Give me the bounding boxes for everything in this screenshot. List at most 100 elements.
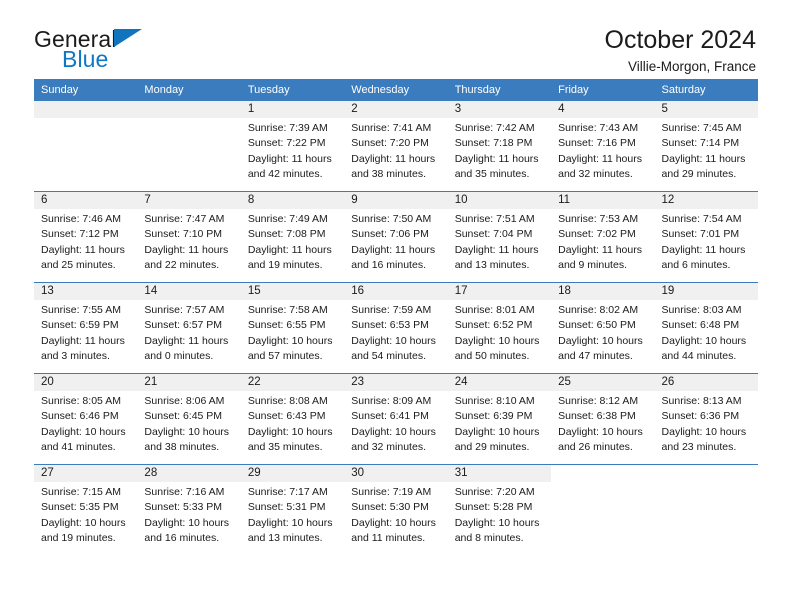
day-details: Sunrise: 7:20 AM Sunset: 5:28 PM Daylight:… <box>448 482 551 547</box>
day-details: Sunrise: 8:02 AM Sunset: 6:50 PM Daylight:… <box>551 300 654 365</box>
day-number: 10 <box>447 192 552 209</box>
day-detail-line: Daylight: 11 hours <box>351 152 436 165</box>
calendar-day-cell[interactable]: 10 Sunrise: 7:51 AM Sunset: 7:04 PM Dayligh… <box>447 191 552 283</box>
day-detail-line: Sunrise: 8:05 AM <box>41 395 121 407</box>
day-detail-line: and 38 minutes. <box>144 441 220 454</box>
day-detail-line: Sunrise: 8:13 AM <box>661 395 742 407</box>
calendar-day-cell[interactable]: 6 Sunrise: 7:46 AM Sunset: 7:12 PM Daylight… <box>34 191 138 283</box>
weekday-header-thursday: Thursday <box>447 79 552 101</box>
calendar-day-cell[interactable]: 9 Sunrise: 7:50 AM Sunset: 7:06 PM Daylight… <box>344 191 448 283</box>
day-detail-line: Sunrise: 7:16 AM <box>144 486 225 498</box>
calendar-day-cell[interactable]: 8 Sunrise: 7:49 AM Sunset: 7:08 PM Daylight… <box>240 191 345 283</box>
day-detail-line: Sunrise: 8:10 AM <box>454 395 535 407</box>
day-detail-line: Sunrise: 8:01 AM <box>454 304 535 316</box>
day-number: 29 <box>240 465 345 482</box>
calendar-day-cell[interactable]: 20 Sunrise: 8:05 AM Sunset: 6:46 PM Dayligh… <box>34 373 138 465</box>
calendar-day-cell[interactable]: 30 Sunrise: 7:19 AM Sunset: 5:30 PM Dayligh… <box>344 464 448 555</box>
calendar-day-cell[interactable]: 11 Sunrise: 7:53 AM Sunset: 7:02 PM Dayligh… <box>551 191 655 283</box>
day-detail-line: Sunset: 7:10 PM <box>144 228 223 241</box>
day-details: Sunrise: 7:19 AM Sunset: 5:30 PM Daylight:… <box>344 482 447 547</box>
weekday-header-friday: Friday <box>551 79 655 101</box>
day-detail-line: and 11 minutes. <box>351 532 426 545</box>
day-number: 16 <box>344 283 448 300</box>
day-details: Sunrise: 8:01 AM Sunset: 6:52 PM Daylight:… <box>448 300 551 365</box>
calendar-day-cell[interactable]: 2 Sunrise: 7:41 AM Sunset: 7:20 PM Daylight… <box>344 101 448 192</box>
day-detail-line: and 0 minutes. <box>144 350 214 363</box>
calendar-day-cell[interactable]: 17 Sunrise: 8:01 AM Sunset: 6:52 PM Dayligh… <box>447 282 552 374</box>
day-detail-line: and 16 minutes. <box>351 259 426 272</box>
day-detail-line: Sunrise: 8:09 AM <box>351 395 432 407</box>
day-detail-line: and 35 minutes. <box>454 168 530 181</box>
day-detail-line: Daylight: 10 hours <box>558 425 643 438</box>
calendar-day-cell[interactable]: 24 Sunrise: 8:10 AM Sunset: 6:39 PM Dayligh… <box>447 373 552 465</box>
day-detail-line: and 25 minutes. <box>41 259 116 272</box>
calendar-header-row: Sunday Monday Tuesday Wednesday Thursday… <box>34 79 758 101</box>
day-detail-line: Sunset: 7:06 PM <box>351 228 429 241</box>
day-detail-line: Sunrise: 7:57 AM <box>144 304 225 316</box>
day-details: Sunrise: 7:17 AM Sunset: 5:31 PM Daylight:… <box>241 482 344 547</box>
calendar-day-cell[interactable]: 12 Sunrise: 7:54 AM Sunset: 7:01 PM Dayligh… <box>654 191 758 283</box>
day-detail-line: Sunset: 6:43 PM <box>247 410 326 423</box>
calendar-day-cell[interactable]: 25 Sunrise: 8:12 AM Sunset: 6:38 PM Dayligh… <box>551 373 655 465</box>
calendar-day-cell[interactable]: 14 Sunrise: 7:57 AM Sunset: 6:57 PM Dayligh… <box>137 282 241 374</box>
day-details: Sunrise: 7:50 AM Sunset: 7:06 PM Daylight:… <box>344 209 447 274</box>
day-detail-line: Sunset: 7:14 PM <box>661 137 740 150</box>
day-detail-line: Sunrise: 7:50 AM <box>351 213 432 225</box>
calendar-day-cell[interactable]: 29 Sunrise: 7:17 AM Sunset: 5:31 PM Dayligh… <box>240 464 345 555</box>
day-detail-line: and 44 minutes. <box>661 350 737 363</box>
day-detail-line: Sunrise: 7:47 AM <box>144 213 225 225</box>
calendar-day-cell[interactable]: 21 Sunrise: 8:06 AM Sunset: 6:45 PM Dayligh… <box>137 373 241 465</box>
day-number: 6 <box>34 192 138 209</box>
calendar-day-cell[interactable]: 31 Sunrise: 7:20 AM Sunset: 5:28 PM Dayligh… <box>447 464 552 555</box>
day-number: 28 <box>137 465 241 482</box>
day-detail-line: and 50 minutes. <box>454 350 530 363</box>
day-detail-line: and 23 minutes. <box>661 441 737 454</box>
calendar-day-cell[interactable]: 15 Sunrise: 7:58 AM Sunset: 6:55 PM Dayligh… <box>240 282 345 374</box>
day-details: Sunrise: 7:42 AM Sunset: 7:18 PM Daylight:… <box>448 118 551 183</box>
day-detail-line: and 29 minutes. <box>661 168 737 181</box>
day-detail-line: Sunset: 7:20 PM <box>351 137 429 150</box>
day-detail-line: Sunset: 6:39 PM <box>454 410 533 423</box>
calendar-day-cell[interactable]: 18 Sunrise: 8:02 AM Sunset: 6:50 PM Dayligh… <box>551 282 655 374</box>
day-detail-line: Sunset: 7:02 PM <box>558 228 636 241</box>
calendar-empty-cell <box>654 464 758 555</box>
day-detail-line: Sunrise: 7:41 AM <box>351 122 432 134</box>
day-number: 11 <box>551 192 655 209</box>
calendar-day-cell[interactable]: 13 Sunrise: 7:55 AM Sunset: 6:59 PM Dayligh… <box>34 282 138 374</box>
day-detail-line: and 32 minutes. <box>558 168 633 181</box>
day-detail-line: Sunrise: 7:58 AM <box>247 304 328 316</box>
day-detail-line: Sunrise: 8:06 AM <box>144 395 225 407</box>
calendar-day-cell[interactable]: 26 Sunrise: 8:13 AM Sunset: 6:36 PM Dayligh… <box>654 373 758 465</box>
day-details: Sunrise: 8:03 AM Sunset: 6:48 PM Daylight:… <box>655 300 758 365</box>
brand-logo[interactable]: General Blue <box>34 26 154 78</box>
calendar-day-cell[interactable]: 27 Sunrise: 7:15 AM Sunset: 5:35 PM Dayligh… <box>34 464 138 555</box>
calendar-day-cell[interactable]: 23 Sunrise: 8:09 AM Sunset: 6:41 PM Dayligh… <box>344 373 448 465</box>
day-number: 18 <box>551 283 655 300</box>
day-detail-line: Sunset: 6:48 PM <box>661 319 740 332</box>
day-detail-line: Sunset: 7:12 PM <box>41 228 119 241</box>
day-detail-line: Sunset: 7:01 PM <box>661 228 740 241</box>
calendar-day-cell[interactable]: 3 Sunrise: 7:42 AM Sunset: 7:18 PM Daylight… <box>447 101 552 192</box>
day-detail-line: Sunset: 6:55 PM <box>247 319 326 332</box>
day-detail-line: and 32 minutes. <box>351 441 426 454</box>
day-details: Sunrise: 8:08 AM Sunset: 6:43 PM Daylight:… <box>241 391 344 456</box>
day-detail-line: Sunset: 6:38 PM <box>558 410 636 423</box>
calendar-day-cell[interactable]: 5 Sunrise: 7:45 AM Sunset: 7:14 PM Daylight… <box>654 101 758 192</box>
day-detail-line: Daylight: 11 hours <box>351 243 436 256</box>
day-number: 7 <box>137 192 241 209</box>
day-detail-line: Sunrise: 7:45 AM <box>661 122 742 134</box>
calendar-page: General Blue October 2024 Villie-Morgon,… <box>0 0 792 612</box>
day-detail-line: Daylight: 11 hours <box>144 243 229 256</box>
calendar-day-cell[interactable]: 7 Sunrise: 7:47 AM Sunset: 7:10 PM Daylight… <box>137 191 241 283</box>
calendar-day-cell[interactable]: 28 Sunrise: 7:16 AM Sunset: 5:33 PM Dayligh… <box>137 464 241 555</box>
calendar-day-cell[interactable]: 16 Sunrise: 7:59 AM Sunset: 6:53 PM Dayligh… <box>344 282 448 374</box>
day-number <box>654 465 758 482</box>
day-detail-line: Sunset: 6:57 PM <box>144 319 223 332</box>
calendar-day-cell[interactable]: 4 Sunrise: 7:43 AM Sunset: 7:16 PM Daylight… <box>551 101 655 192</box>
triangle-logo-icon <box>114 29 142 47</box>
day-number: 27 <box>34 465 138 482</box>
calendar-day-cell[interactable]: 1 Sunrise: 7:39 AM Sunset: 7:22 PM Daylight… <box>240 101 345 192</box>
day-detail-line: Daylight: 11 hours <box>454 243 539 256</box>
calendar-day-cell[interactable]: 22 Sunrise: 8:08 AM Sunset: 6:43 PM Dayligh… <box>240 373 345 465</box>
calendar-day-cell[interactable]: 19 Sunrise: 8:03 AM Sunset: 6:48 PM Dayligh… <box>654 282 758 374</box>
